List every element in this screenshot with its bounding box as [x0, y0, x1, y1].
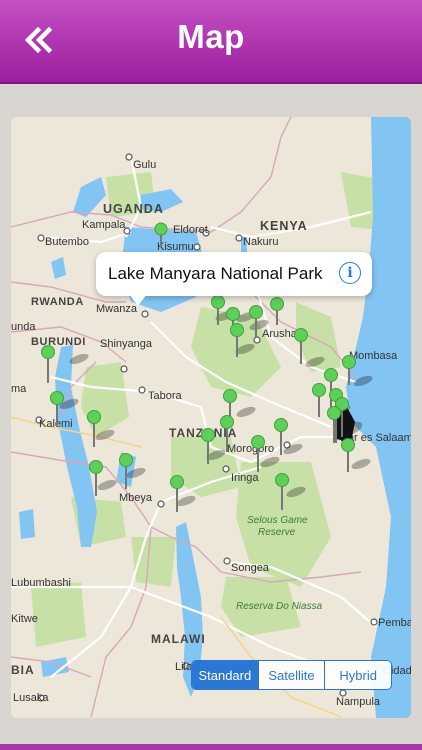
- city-label: Songea: [231, 562, 270, 574]
- city-label: Iringa: [231, 472, 259, 484]
- city-label: Gulu: [133, 159, 156, 171]
- bottom-bar: [0, 744, 422, 750]
- page-title: Map: [177, 18, 245, 55]
- city-label: Kampala: [82, 219, 126, 231]
- city-label: Mbeya: [119, 492, 153, 504]
- city-label: Mombasa: [349, 350, 398, 362]
- city-label: Arusha: [262, 328, 298, 340]
- city-label: unda: [11, 321, 36, 333]
- city-label: Nakuru: [243, 236, 278, 248]
- pin-callout[interactable]: Lake Manyara National Park i: [96, 252, 372, 296]
- park-label: Selous Game: [247, 515, 308, 526]
- map-type-selector[interactable]: Standard Satellite Hybrid: [191, 660, 392, 690]
- country-label: UGANDA: [103, 202, 164, 216]
- map-pin[interactable]: [312, 383, 326, 418]
- map-type-satellite[interactable]: Satellite: [257, 661, 325, 689]
- country-label: BURUNDI: [31, 336, 86, 348]
- city-label: Morogoro: [227, 443, 274, 455]
- callout-title: Lake Manyara National Park: [108, 264, 323, 283]
- country-label: KENYA: [260, 219, 308, 233]
- city-label: Kitwe: [11, 613, 38, 625]
- country-label: MALAWI: [151, 632, 206, 646]
- map-type-standard[interactable]: Standard: [192, 661, 258, 689]
- callout-pointer: [129, 294, 147, 306]
- map-view[interactable]: UGANDA KENYA RWANDA BURUNDI TANZANIA MAL…: [11, 117, 411, 718]
- city-label: Pemba: [378, 617, 411, 629]
- map-pin[interactable]: [270, 297, 284, 326]
- city-label: Eldoret: [173, 224, 208, 236]
- city-label: Lusaka: [13, 692, 49, 704]
- city-label: Shinyanga: [100, 338, 153, 350]
- park-label: Reserva Do Niassa: [236, 601, 323, 612]
- top-bar: Map: [0, 0, 422, 84]
- city-label: Tabora: [148, 390, 183, 402]
- country-label: RWANDA: [31, 296, 84, 308]
- map-canvas[interactable]: UGANDA KENYA RWANDA BURUNDI TANZANIA MAL…: [11, 117, 411, 718]
- country-label: BIA: [11, 663, 35, 677]
- city-label: ma: [11, 383, 27, 395]
- city-label: Lubumbashi: [11, 577, 71, 589]
- city-label: Butembo: [45, 236, 89, 248]
- city-label: Nampula: [336, 696, 381, 708]
- city-label: Kalemi: [39, 418, 73, 430]
- park-label: Reserve: [258, 527, 296, 538]
- info-circle-icon[interactable]: i: [339, 262, 361, 284]
- map-type-hybrid[interactable]: Hybrid: [324, 661, 391, 689]
